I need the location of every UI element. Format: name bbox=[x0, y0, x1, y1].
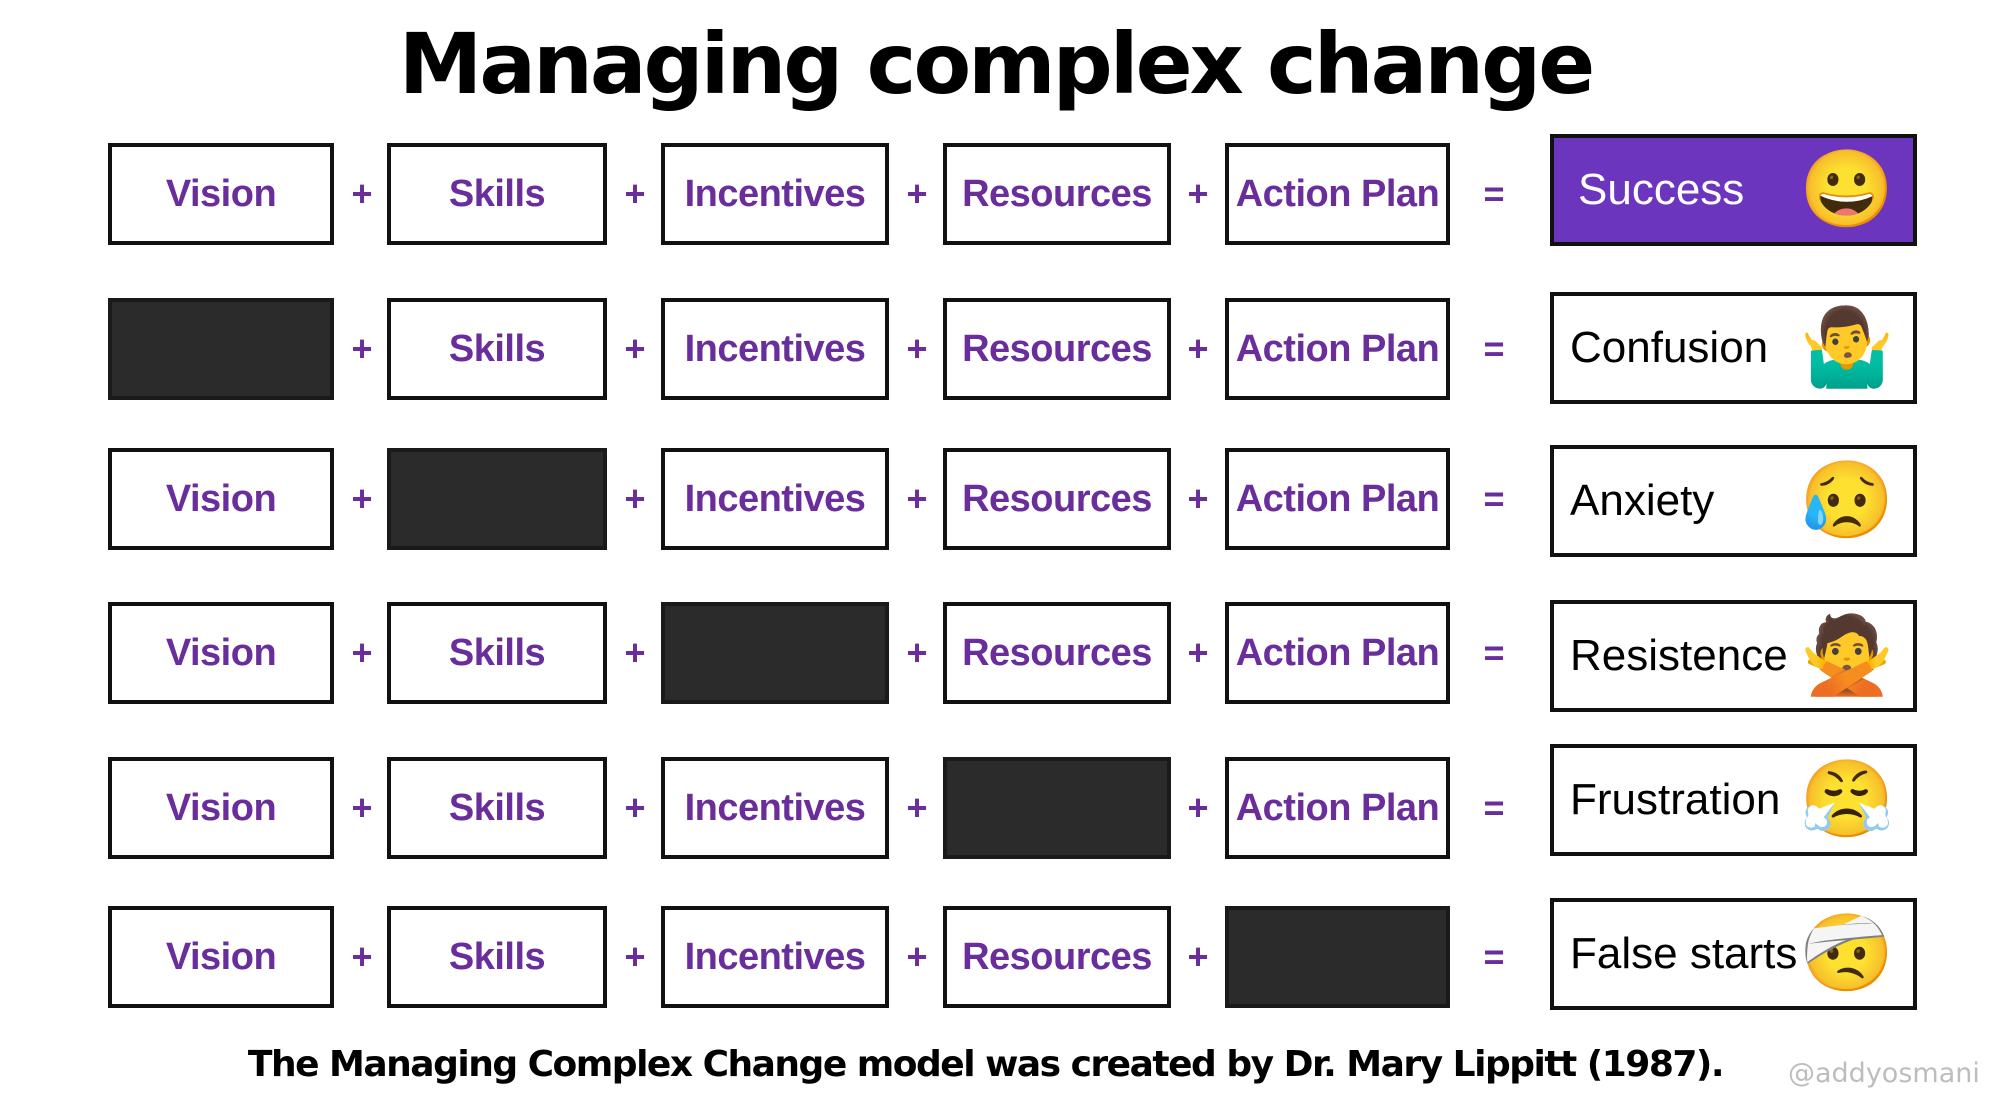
sad-relieved-face-icon: 😥 bbox=[1799, 458, 1895, 543]
plus-operator: + bbox=[1187, 787, 1209, 828]
plus-operator: + bbox=[351, 632, 373, 673]
factor-box-incentives: Incentives bbox=[661, 448, 889, 550]
missing-factor-box bbox=[943, 757, 1171, 859]
equals-operator: = bbox=[1483, 328, 1505, 369]
factor-box-vision: Vision bbox=[108, 906, 334, 1008]
factor-box-action-plan: Action Plan bbox=[1225, 143, 1450, 245]
missing-factor-box bbox=[661, 602, 889, 704]
missing-factor-box bbox=[1225, 906, 1450, 1008]
plus-operator: + bbox=[624, 328, 646, 369]
plus-operator: + bbox=[351, 787, 373, 828]
factor-box-resources: Resources bbox=[943, 143, 1171, 245]
face-with-steam-icon: 😤 bbox=[1799, 757, 1895, 842]
outcome-label: False starts bbox=[1570, 929, 1798, 978]
plus-operator: + bbox=[1187, 936, 1209, 977]
plus-operator: + bbox=[351, 328, 373, 369]
factor-box-resources: Resources bbox=[943, 298, 1171, 400]
missing-factor-box bbox=[387, 448, 607, 550]
plus-operator: + bbox=[906, 787, 928, 828]
plus-operator: + bbox=[624, 632, 646, 673]
outcome-label: Anxiety bbox=[1570, 476, 1715, 525]
equals-operator: = bbox=[1483, 787, 1505, 828]
factor-box-vision: Vision bbox=[108, 448, 334, 550]
face-with-head-bandage-icon: 🤕 bbox=[1799, 911, 1895, 996]
factor-box-incentives: Incentives bbox=[661, 298, 889, 400]
factor-box-vision: Vision bbox=[108, 143, 334, 245]
outcome-label: Resistence bbox=[1570, 631, 1788, 680]
grinning-face-icon: 😀 bbox=[1799, 147, 1895, 232]
plus-operator: + bbox=[351, 478, 373, 519]
equals-operator: = bbox=[1483, 478, 1505, 519]
factor-box-skills: Skills bbox=[387, 298, 607, 400]
plus-operator: + bbox=[1187, 173, 1209, 214]
factor-box-vision: Vision bbox=[108, 602, 334, 704]
outcome-label: Confusion bbox=[1570, 323, 1769, 372]
factor-box-skills: Skills bbox=[387, 757, 607, 859]
outcome-box: Anxiety 😥 bbox=[1550, 445, 1917, 557]
outcome-box: Frustration 😤 bbox=[1550, 744, 1917, 856]
man-shrugging-icon: 🤷‍♂️ bbox=[1799, 305, 1895, 390]
equals-operator: = bbox=[1483, 632, 1505, 673]
outcome-box: False starts 🤕 bbox=[1550, 898, 1917, 1010]
equals-operator: = bbox=[1483, 173, 1505, 214]
factor-box-skills: Skills bbox=[387, 906, 607, 1008]
equals-operator: = bbox=[1483, 936, 1505, 977]
factor-box-resources: Resources bbox=[943, 906, 1171, 1008]
plus-operator: + bbox=[1187, 478, 1209, 519]
plus-operator: + bbox=[624, 787, 646, 828]
factor-box-action-plan: Action Plan bbox=[1225, 298, 1450, 400]
plus-operator: + bbox=[624, 478, 646, 519]
author-watermark: @addyosmani bbox=[1788, 1058, 1980, 1089]
plus-operator: + bbox=[906, 478, 928, 519]
missing-factor-box bbox=[108, 298, 334, 400]
plus-operator: + bbox=[906, 936, 928, 977]
plus-operator: + bbox=[351, 936, 373, 977]
factor-box-action-plan: Action Plan bbox=[1225, 602, 1450, 704]
outcome-label: Success bbox=[1578, 165, 1745, 214]
factor-box-skills: Skills bbox=[387, 602, 607, 704]
factor-box-resources: Resources bbox=[943, 448, 1171, 550]
plus-operator: + bbox=[624, 173, 646, 214]
factor-box-skills: Skills bbox=[387, 143, 607, 245]
factor-box-incentives: Incentives bbox=[661, 757, 889, 859]
factor-box-vision: Vision bbox=[108, 757, 334, 859]
page-title: Managing complex change bbox=[398, 15, 1595, 113]
plus-operator: + bbox=[1187, 632, 1209, 673]
person-gesturing-no-icon: 🙅 bbox=[1799, 613, 1895, 698]
factor-box-action-plan: Action Plan bbox=[1225, 448, 1450, 550]
outcome-box: Success 😀 bbox=[1550, 134, 1917, 246]
plus-operator: + bbox=[351, 173, 373, 214]
outcome-box: Resistence 🙅 bbox=[1550, 600, 1917, 712]
attribution-footer: The Managing Complex Change model was cr… bbox=[247, 1044, 1725, 1085]
outcome-box: Confusion 🤷‍♂️ bbox=[1550, 292, 1917, 404]
plus-operator: + bbox=[1187, 328, 1209, 369]
factor-box-incentives: Incentives bbox=[661, 906, 889, 1008]
plus-operator: + bbox=[906, 173, 928, 214]
factor-box-action-plan: Action Plan bbox=[1225, 757, 1450, 859]
factor-box-incentives: Incentives bbox=[661, 143, 889, 245]
outcome-label: Frustration bbox=[1570, 775, 1781, 824]
plus-operator: + bbox=[906, 632, 928, 673]
plus-operator: + bbox=[906, 328, 928, 369]
factor-box-resources: Resources bbox=[943, 602, 1171, 704]
plus-operator: + bbox=[624, 936, 646, 977]
